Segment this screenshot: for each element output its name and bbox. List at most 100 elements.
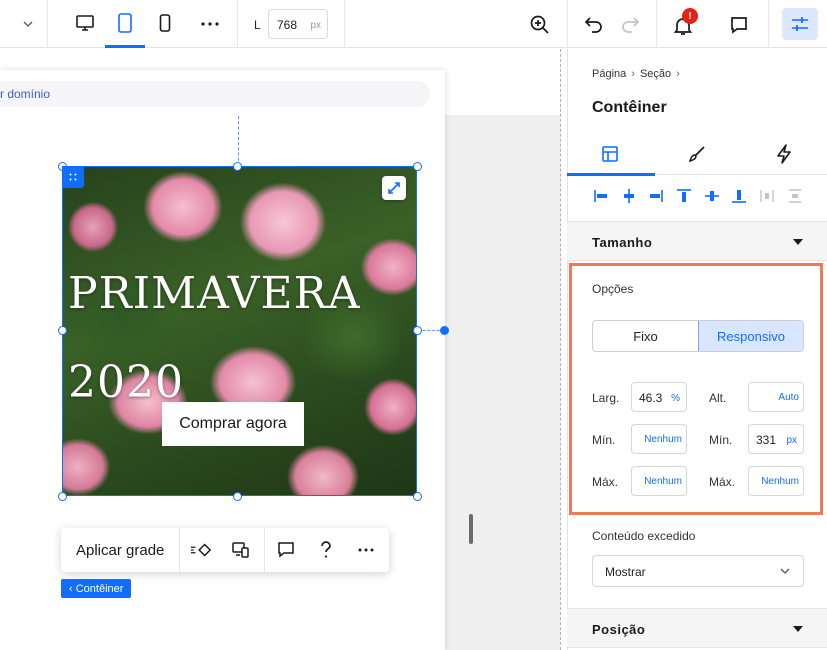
height-field[interactable]: Auto [748,382,804,412]
width-field-unit[interactable]: % [671,393,680,404]
distribute-vertical-icon[interactable] [785,186,805,206]
resize-handle-right[interactable] [413,326,422,335]
tab-layout[interactable] [567,133,653,175]
chevron-right-icon: › [631,68,635,80]
size-section-title: Tamanho [592,235,653,250]
comment-icon[interactable] [727,14,751,36]
overflow-select[interactable]: Mostrar [592,555,804,587]
zoom-icon[interactable] [528,13,552,37]
canvas-boundary-guide [560,49,561,650]
align-right-icon[interactable] [646,186,666,206]
buy-now-button[interactable]: Comprar agora [162,402,304,446]
drag-handle-icon[interactable] [62,166,84,188]
notification-badge: ! [682,8,698,24]
active-tab-indicator [567,173,655,176]
align-left-icon[interactable] [591,186,611,206]
panel-title: Contêiner [592,99,667,116]
resize-handle-top[interactable] [233,162,242,171]
caret-down-icon [793,239,803,245]
resize-handle-top-right[interactable] [413,162,422,171]
min-width-value: Nenhum [644,434,682,445]
chevron-down-icon[interactable] [20,16,36,32]
spacing-guide-top [238,116,239,166]
animation-icon[interactable] [190,539,212,561]
tab-interactions[interactable] [741,133,827,175]
container-image[interactable] [62,166,417,496]
min-width-label: Mín. [592,433,616,447]
max-height-value: Nenhum [761,476,799,487]
mobile-icon[interactable] [155,12,175,34]
chevron-right-icon: › [676,68,680,80]
layout-icon [602,146,618,162]
size-section-header[interactable]: Tamanho [567,221,827,261]
breadcrumb-section[interactable]: Seção [640,68,671,80]
overflow-label: Conteúdo excedido [592,529,696,543]
canvas-width-input[interactable]: 768 px [268,9,328,39]
fixed-option[interactable]: Fixo [593,321,698,351]
redo-icon[interactable] [618,13,642,35]
resize-handle-left[interactable] [58,326,67,335]
align-center-horizontal-icon[interactable] [619,186,639,206]
overflow-select-value: Mostrar [605,565,646,579]
toolbar-divider [179,528,180,572]
expand-icon[interactable] [382,176,406,200]
canvas-width-unit: px [310,20,321,31]
more-icon[interactable] [355,539,377,561]
container-breadcrumb-chip[interactable]: ‹ Contêiner [61,579,132,598]
distribute-horizontal-icon[interactable] [757,186,777,206]
panel-tabs [567,133,827,175]
top-bar: L 768 px ! [0,0,827,48]
max-width-field[interactable]: Nenhum [631,466,687,496]
apply-grid-button[interactable]: Aplicar grade [76,542,164,559]
toolbar-divider [656,0,657,48]
position-section-header[interactable]: Posição [567,608,827,648]
toolbar-divider [344,0,345,48]
toolbar-divider [237,0,238,48]
chevron-down-icon [780,568,790,574]
comment-icon[interactable] [275,539,297,561]
toolbar-divider [567,0,568,48]
headline-line-1[interactable]: PRIMAVERA [68,268,361,319]
domain-bar[interactable]: r domínio [0,81,430,107]
align-bottom-icon[interactable] [729,186,749,206]
brush-icon [688,146,705,163]
min-height-field[interactable]: 331 px [748,424,804,454]
breadcrumb: Página › Seção › [592,68,685,80]
max-width-value: Nenhum [644,476,682,487]
help-icon[interactable] [315,539,337,561]
resize-handle-bottom-right[interactable] [413,492,422,501]
align-top-icon[interactable] [674,186,694,206]
width-field-label: Larg. [592,391,620,405]
responsive-icon[interactable] [230,539,252,561]
canvas-outside-area [445,115,560,650]
align-center-vertical-icon[interactable] [702,186,722,206]
floating-toolbar: Aplicar grade [61,528,389,572]
max-height-field[interactable]: Nenhum [748,466,804,496]
sliders-icon[interactable] [782,8,818,40]
min-width-field[interactable]: Nenhum [631,424,687,454]
canvas-scrollbar[interactable] [469,514,473,544]
desktop-icon[interactable] [74,12,96,34]
active-device-indicator [105,45,145,48]
min-height-value: 331 [756,433,777,447]
bolt-icon [777,144,791,164]
more-icon[interactable] [199,14,221,34]
spacing-handle[interactable] [440,326,449,335]
size-mode-toggle: Fixo Responsivo [592,320,804,352]
breadcrumb-page[interactable]: Página [592,68,626,80]
undo-icon[interactable] [582,13,606,35]
resize-handle-bottom-left[interactable] [58,492,67,501]
width-field-value: 46.3 [639,391,663,405]
min-height-unit[interactable]: px [786,435,797,446]
headline-line-2[interactable]: 2020 [68,357,184,408]
min-height-label: Mín. [709,433,733,447]
responsive-option[interactable]: Responsivo [698,321,803,351]
max-width-label: Máx. [592,475,619,489]
options-label: Opções [592,282,634,296]
resize-handle-bottom[interactable] [233,492,242,501]
tablet-icon[interactable] [114,11,136,35]
max-height-label: Máx. [709,475,736,489]
width-field[interactable]: 46.3 % [631,382,687,412]
tab-design[interactable] [654,133,740,175]
caret-down-icon [793,626,803,632]
